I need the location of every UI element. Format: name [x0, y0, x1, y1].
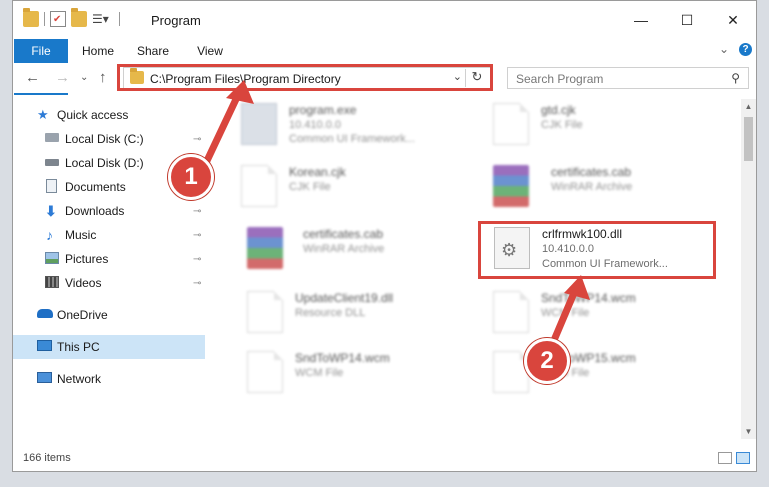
arrow-1-shaft [201, 91, 242, 169]
arrow-2-head [564, 275, 590, 300]
arrow-2-shaft [548, 289, 578, 349]
annotation-arrows [201, 80, 590, 349]
step-1-badge: 1 [168, 154, 214, 200]
arrow-1-head [226, 80, 254, 104]
step-2-badge: 2 [524, 338, 570, 384]
